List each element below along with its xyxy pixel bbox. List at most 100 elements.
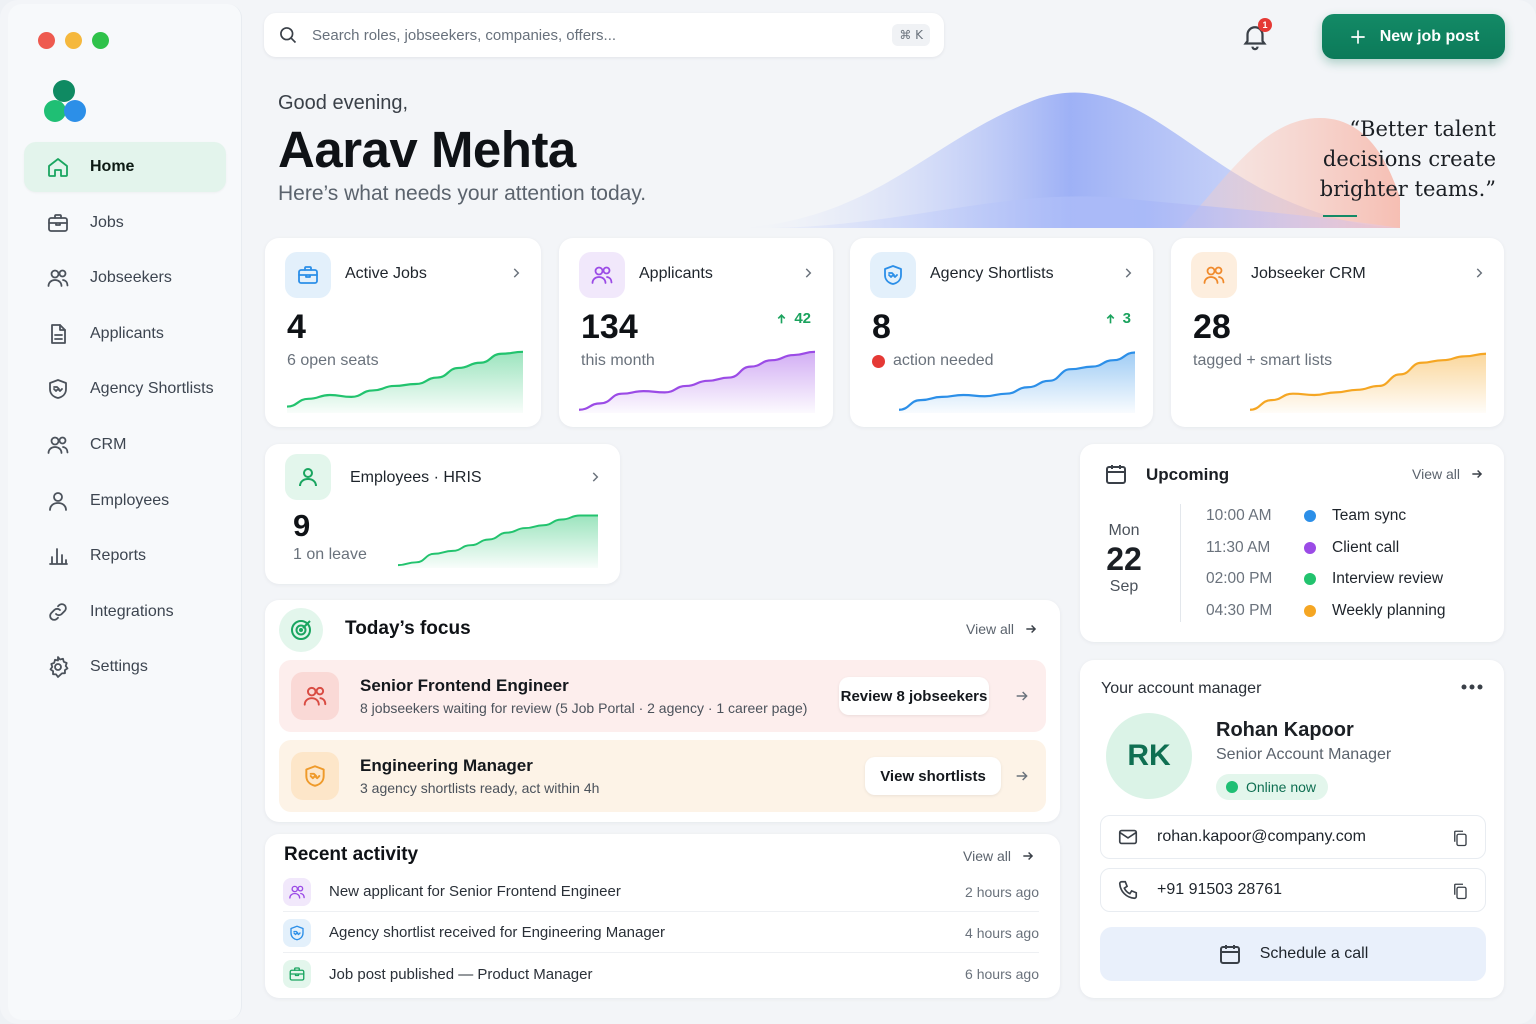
- phone-row[interactable]: +91 91503 28761: [1100, 868, 1486, 912]
- activity-item[interactable]: Agency shortlist received for Engineerin…: [283, 913, 1039, 953]
- view-all-label: View all: [966, 621, 1014, 637]
- schedule-call-label: Schedule a call: [1259, 945, 1369, 962]
- focus-item[interactable]: Senior Frontend Engineer 8 jobseekers wa…: [279, 660, 1046, 732]
- manager-name: Rohan Kapoor: [1216, 719, 1354, 741]
- stat-value: 8: [872, 308, 891, 346]
- users-icon: [47, 269, 69, 288]
- chevron-right-icon[interactable]: [509, 266, 523, 280]
- todays-focus-panel: Today’s focus View all Senior Frontend E…: [265, 600, 1060, 822]
- activity-item[interactable]: Job post published — Product Manager 6 h…: [283, 954, 1039, 994]
- user-icon: [299, 468, 317, 487]
- activity-icon-tile: [283, 918, 311, 947]
- stat-card-active-jobs[interactable]: Active Jobs 4 6 open seats: [265, 238, 541, 427]
- sidebar-item-label: CRM: [90, 435, 127, 453]
- arrow-right-icon: [1026, 624, 1037, 634]
- maximize-window-button[interactable]: [92, 32, 109, 49]
- stat-title: Jobseeker CRM: [1251, 265, 1366, 282]
- focus-item[interactable]: Engineering Manager 3 agency shortlists …: [279, 740, 1046, 812]
- stat-card-agency-shortlists[interactable]: Agency Shortlists 8 3 action needed: [850, 238, 1153, 427]
- search-input[interactable]: [312, 26, 872, 44]
- stat-delta-value: 3: [1122, 310, 1131, 327]
- stat-delta-value: 42: [794, 310, 811, 327]
- close-window-button[interactable]: [38, 32, 55, 49]
- upcoming-event[interactable]: 02:00 PM Interview review: [1206, 564, 1443, 594]
- new-job-post-button[interactable]: New job post: [1322, 14, 1505, 59]
- activity-text: New applicant for Senior Frontend Engine…: [329, 883, 621, 900]
- stat-subtext: 1 on leave: [293, 546, 367, 564]
- search-icon: [280, 27, 297, 44]
- arrow-up-icon: [777, 313, 786, 323]
- stat-card-jobseeker-crm[interactable]: Jobseeker CRM 28 tagged + smart lists: [1171, 238, 1504, 427]
- upcoming-view-all-link[interactable]: View all: [1412, 466, 1484, 482]
- users-icon: [289, 885, 305, 899]
- manager-role: Senior Account Manager: [1216, 746, 1392, 763]
- date-block: Mon 22 Sep: [1100, 522, 1148, 596]
- chevron-right-icon[interactable]: [801, 266, 815, 280]
- upcoming-event[interactable]: 04:30 PM Weekly planning: [1206, 596, 1445, 626]
- account-manager-panel: Your account manager RK Rohan Kapoor Sen…: [1080, 660, 1504, 998]
- focus-item-title: Senior Frontend Engineer: [360, 676, 569, 695]
- sidebar-item-reports[interactable]: Reports: [24, 531, 226, 581]
- stat-title: Agency Shortlists: [930, 265, 1054, 282]
- upcoming-title: Upcoming: [1146, 465, 1230, 484]
- arrow-right-icon: [1023, 851, 1034, 861]
- activity-view-all-link[interactable]: View all: [963, 848, 1035, 864]
- stat-value: 28: [1193, 308, 1231, 346]
- arrow-right-icon[interactable]: [1014, 688, 1030, 704]
- event-color-dot: [1304, 604, 1316, 617]
- sidebar-item-jobseekers[interactable]: Jobseekers: [24, 253, 226, 303]
- briefcase-icon: [298, 266, 318, 284]
- sidebar-item-agency-shortlists[interactable]: Agency Shortlists: [24, 364, 226, 414]
- more-options-icon[interactable]: [1460, 680, 1484, 694]
- email-row[interactable]: rohan.kapoor@company.com: [1100, 815, 1486, 859]
- event-name: Interview review: [1332, 570, 1444, 587]
- hero-subtitle: Here’s what needs your attention today.: [278, 182, 647, 205]
- view-all-label: View all: [963, 848, 1011, 864]
- stat-title: Applicants: [639, 265, 713, 282]
- chevron-right-icon[interactable]: [588, 470, 602, 484]
- sidebar-item-integrations[interactable]: Integrations: [24, 587, 226, 637]
- copy-icon[interactable]: [1451, 881, 1469, 901]
- shield-handshake-icon: [290, 925, 304, 940]
- chevron-right-icon[interactable]: [1472, 266, 1486, 280]
- hero-quote: “Better talent decisions create brighter…: [1319, 117, 1496, 201]
- sidebar-item-jobs[interactable]: Jobs: [24, 198, 226, 248]
- activity-icon-tile: [283, 877, 311, 906]
- employees-sparkline: [398, 514, 598, 568]
- focus-item-subtitle: 8 jobseekers waiting for review (5 Job P…: [360, 700, 808, 716]
- notifications-badge: 1: [1258, 18, 1272, 32]
- upcoming-panel: Upcoming View all Mon 22 Sep 10:00 AM Te…: [1080, 444, 1504, 642]
- arrow-right-icon[interactable]: [1014, 768, 1030, 784]
- search-bar[interactable]: ⌘ K: [264, 13, 944, 57]
- sidebar-item-employees[interactable]: Employees: [24, 476, 226, 526]
- event-time: 11:30 AM: [1206, 538, 1271, 556]
- sidebar-item-settings[interactable]: Settings: [24, 642, 226, 692]
- avatar: RK: [1106, 713, 1192, 799]
- upcoming-event[interactable]: 11:30 AM Client call: [1206, 533, 1399, 563]
- schedule-call-button[interactable]: Schedule a call: [1100, 927, 1486, 981]
- stat-title: Active Jobs: [345, 265, 427, 282]
- focus-item-action-button[interactable]: Review 8 jobseekers: [839, 677, 989, 715]
- event-color-dot: [1304, 510, 1316, 522]
- activity-text: Agency shortlist received for Engineerin…: [329, 924, 666, 941]
- sidebar-item-label: Jobs: [90, 213, 124, 231]
- upcoming-event[interactable]: 10:00 AM Team sync: [1206, 501, 1406, 531]
- minimize-window-button[interactable]: [65, 32, 82, 49]
- sidebar-item-crm[interactable]: CRM: [24, 420, 226, 470]
- focus-item-action-button[interactable]: View shortlists: [865, 757, 1001, 795]
- sidebar-item-label: Agency Shortlists: [90, 380, 214, 398]
- sidebar-item-applicants[interactable]: Applicants: [24, 309, 226, 359]
- stat-sparkline: [579, 350, 815, 413]
- sidebar-item-home[interactable]: Home: [24, 142, 226, 192]
- focus-view-all-link[interactable]: View all: [966, 621, 1038, 637]
- event-name: Weekly planning: [1332, 601, 1446, 619]
- sparkline-area: [899, 352, 1135, 413]
- chevron-right-icon[interactable]: [1121, 266, 1135, 280]
- users-icon: [47, 436, 69, 454]
- copy-icon[interactable]: [1451, 828, 1469, 848]
- status-badge: Online now: [1216, 774, 1329, 800]
- stat-card-employees[interactable]: Employees · HRIS 9 1 on leave: [265, 444, 620, 584]
- activity-item[interactable]: New applicant for Senior Frontend Engine…: [283, 872, 1039, 912]
- brand-logo[interactable]: [44, 80, 88, 124]
- stat-card-applicants[interactable]: Applicants 134 42 this month: [559, 238, 833, 427]
